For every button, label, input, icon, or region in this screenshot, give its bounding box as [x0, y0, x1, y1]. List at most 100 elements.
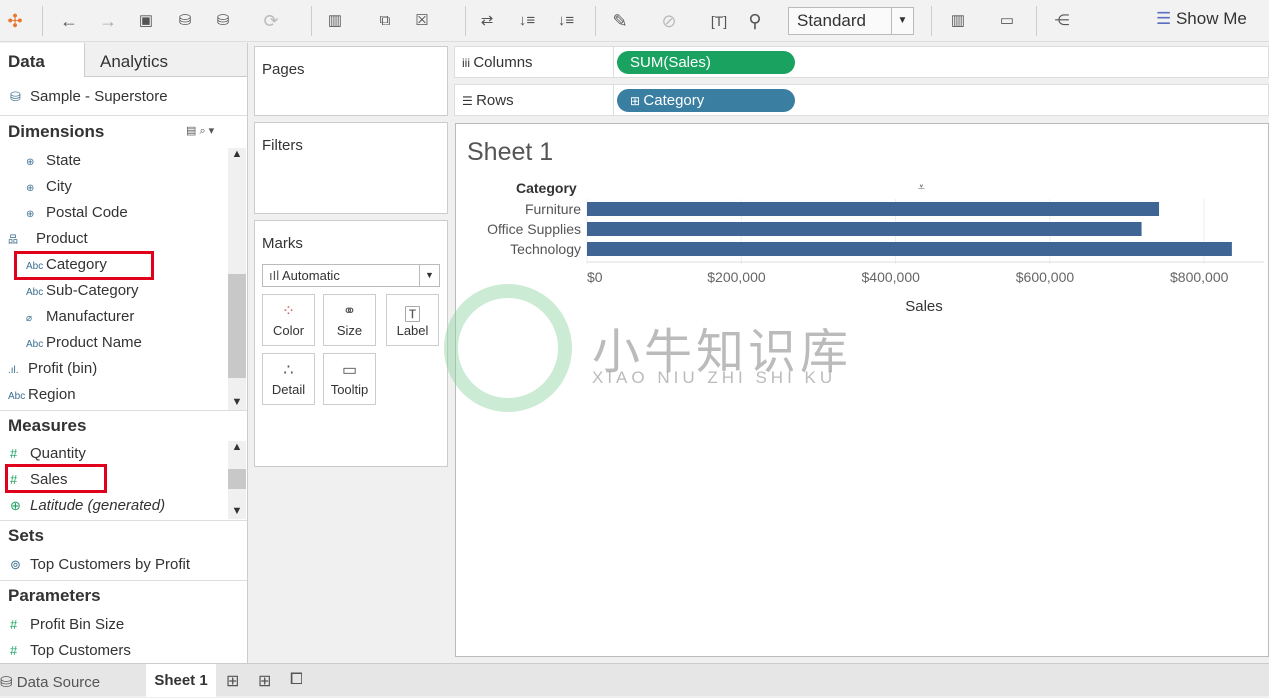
swap-icon[interactable]: ⇄ [474, 8, 500, 34]
string-icon: Abc [26, 287, 44, 298]
text-icon[interactable]: [T] [706, 8, 732, 34]
sort-descending-icon[interactable]: ↓≡ [553, 8, 579, 34]
dimension-item[interactable]: 品 Product [8, 230, 88, 247]
bar[interactable] [587, 222, 1142, 236]
pin-icon[interactable]: ⚲ [742, 8, 768, 34]
label-icon: 🅃 [404, 307, 421, 324]
color-button[interactable]: ⁘ Color [262, 294, 315, 346]
label-label: Label [396, 323, 429, 338]
data-source-label: Data Source [16, 674, 101, 691]
bar[interactable] [587, 202, 1160, 216]
tooltip-label: Tooltip [330, 382, 369, 397]
globe-icon: ⊕ [26, 183, 35, 194]
sort-ascending-icon[interactable]: ↓≡ [514, 8, 540, 34]
clear-sheet-icon[interactable]: ☒ [409, 8, 435, 34]
set-label: Top Customers by Profit [30, 556, 191, 573]
pages-card[interactable]: Pages [254, 46, 448, 116]
dimension-label: City [46, 178, 72, 195]
new-data-source-icon[interactable]: ⛁ [172, 8, 198, 34]
chart-size-icon[interactable]: ▥ [945, 8, 971, 34]
fit-value: Standard [797, 11, 866, 30]
x-axis-title: Sales [905, 298, 943, 315]
expand-icon: ⊞ [630, 94, 644, 108]
dimension-item[interactable]: Abc Product Name [26, 334, 142, 351]
list-view-icon[interactable]: ▤ ⌕ ▾ [186, 124, 214, 138]
show-me-label: Show Me [1175, 9, 1247, 28]
measure-item[interactable]: # Quantity [10, 445, 86, 462]
dimension-item[interactable]: Abc Sub-Category [26, 282, 139, 299]
bin-icon: .ıl. [8, 365, 19, 376]
sets-header: Sets [8, 526, 44, 545]
string-icon: Abc [26, 339, 44, 350]
size-button[interactable]: ⚭ Size [323, 294, 376, 346]
fit-dropdown[interactable]: Standard ▼ [788, 7, 914, 35]
number-icon: # [10, 643, 18, 658]
new-worksheet-icon[interactable]: ▥ [322, 8, 348, 34]
pause-updates-icon[interactable]: ⛁ [210, 8, 236, 34]
share-icon[interactable]: ⋲ [1049, 8, 1075, 34]
detail-button[interactable]: ∴ Detail [262, 353, 315, 405]
category-pill-label: Category [643, 92, 705, 109]
highlight-icon[interactable]: ✎ [607, 8, 633, 34]
dimension-label: Manufacturer [46, 308, 135, 325]
annotate-icon[interactable]: ⊘ [656, 8, 682, 34]
dimension-item[interactable]: ⊕ City [26, 178, 72, 195]
number-icon: # [10, 617, 18, 632]
dimensions-scrollbar[interactable]: ▲ ▼ [228, 148, 246, 410]
dimension-label: State [46, 152, 82, 169]
tooltip-button[interactable]: ▭ Tooltip [323, 353, 376, 405]
color-label: Color [272, 323, 305, 338]
marks-title: Marks [262, 235, 303, 252]
set-item[interactable]: ⊚ Top Customers by Profit [10, 556, 190, 573]
dimension-item[interactable]: ⊕ Postal Code [26, 204, 128, 221]
filters-card[interactable]: Filters [254, 122, 448, 214]
rows-shelf[interactable]: ☰ Rows ⊞ Category [454, 84, 1269, 116]
category-pill[interactable]: ⊞ Category [617, 89, 795, 112]
parameter-item[interactable]: # Profit Bin Size [10, 616, 124, 633]
tab-data[interactable]: Data [0, 43, 84, 77]
columns-shelf[interactable]: iii Columns SUM(Sales) [454, 46, 1269, 78]
show-me-button[interactable]: ☰ Show Me [1156, 9, 1247, 29]
label-button[interactable]: 🅃 Label [386, 294, 439, 346]
bar[interactable] [587, 242, 1232, 256]
mark-type-value: Automatic [282, 268, 340, 283]
dimension-item[interactable]: Abc Region [8, 386, 76, 403]
category-label: Furniture [525, 201, 581, 217]
measures-scrollbar[interactable]: ▲ ▼ [228, 441, 246, 519]
columns-text: Columns [473, 54, 533, 71]
watermark-subtext: XIAO NIU ZHI SHI KU [592, 368, 837, 387]
measure-item[interactable]: ⊕ Latitude (generated) [10, 497, 165, 514]
bar-chart-icon: ıIl [269, 268, 283, 283]
category-label: Office Supplies [487, 221, 581, 237]
divider [465, 6, 466, 36]
highlight-box-category [14, 251, 154, 280]
mark-type-dropdown[interactable]: ıIl Automatic ▼ [262, 264, 440, 287]
save-icon[interactable]: ▣ [133, 8, 159, 34]
database-icon: ⛁ [10, 89, 21, 104]
dimension-item[interactable]: ⌀ Manufacturer [26, 308, 134, 325]
presentation-icon[interactable]: ▭ [994, 8, 1020, 34]
globe-icon: ⊕ [26, 157, 35, 168]
dimension-item[interactable]: ⊕ State [26, 152, 81, 169]
forward-icon[interactable]: → [95, 8, 121, 34]
parameter-item[interactable]: # Top Customers [10, 642, 131, 659]
tableau-logo-icon[interactable]: ✣ [2, 8, 28, 34]
chevron-down-icon: ▼ [891, 8, 913, 34]
new-dashboard-icon[interactable]: ⊞ [258, 671, 271, 691]
x-tick-label: $600,000 [1016, 269, 1075, 285]
divider [42, 6, 43, 36]
datasource-item[interactable]: ⛁ Sample - Superstore [10, 88, 168, 105]
data-source-tab[interactable]: ⛁ Data Source [0, 673, 100, 691]
tab-analytics[interactable]: Analytics [84, 43, 247, 77]
dimension-item[interactable]: .ıl. Profit (bin) [8, 360, 97, 377]
back-icon[interactable]: ← [56, 8, 82, 34]
new-story-icon[interactable]: ⧠ [290, 671, 303, 689]
new-worksheet-icon[interactable]: ⊞ [226, 671, 239, 691]
refresh-icon[interactable]: ⟳ [258, 8, 284, 34]
duplicate-sheet-icon[interactable]: ⧉ [372, 8, 398, 34]
rows-label: ☰ Rows [462, 92, 514, 109]
sum-sales-pill[interactable]: SUM(Sales) [617, 51, 795, 74]
sheet-tab[interactable]: Sheet 1 [146, 664, 216, 697]
pages-title: Pages [262, 61, 305, 78]
data-pane: Data Analytics ⛁ Sample - Superstore Dime… [0, 43, 248, 663]
